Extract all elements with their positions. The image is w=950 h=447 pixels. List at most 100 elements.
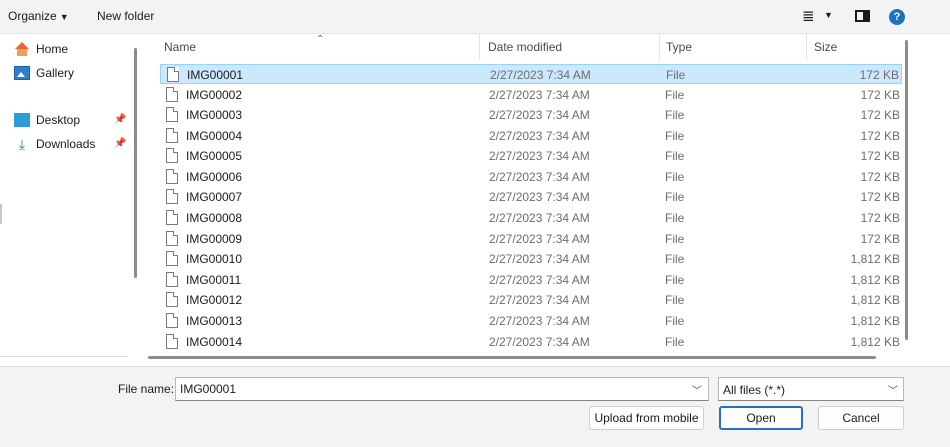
upload-from-mobile-button[interactable]: Upload from mobile [589,406,704,430]
file-icon [166,148,178,163]
new-folder-button[interactable]: New folder [97,9,154,23]
file-row[interactable]: IMG00004 2/27/2023 7:34 AM File 172 KB [160,126,902,146]
open-button[interactable]: Open [719,406,803,430]
gallery-icon [14,66,30,80]
file-type: File [665,211,685,225]
file-row[interactable]: IMG00002 2/27/2023 7:34 AM File 172 KB [160,85,902,105]
file-icon [167,67,179,82]
file-list: ⌃ Name Date modified Type Size IMG00001 … [148,34,916,354]
column-header-type[interactable]: Type [666,40,692,54]
file-size: 172 KB [859,68,899,82]
file-size: 172 KB [860,232,900,246]
file-row[interactable]: IMG00005 2/27/2023 7:34 AM File 172 KB [160,146,902,166]
column-divider[interactable] [659,34,660,60]
nav-item-label: Home [36,42,69,56]
file-name: IMG00001 [187,68,244,82]
file-name: IMG00013 [186,314,243,328]
file-name: IMG00012 [186,293,243,307]
file-row[interactable]: IMG00009 2/27/2023 7:34 AM File 172 KB [160,229,902,249]
file-type: File [665,273,685,287]
file-row[interactable]: IMG00006 2/27/2023 7:34 AM File 172 KB [160,167,902,187]
file-type: File [665,190,685,204]
file-row[interactable]: IMG00003 2/27/2023 7:34 AM File 172 KB [160,105,902,125]
file-icon [166,189,178,204]
navigation-pane: Home Gallery Desktop 📌 ⤓ Downloads 📌 [0,34,140,364]
file-type: File [665,335,685,349]
file-row[interactable]: IMG00007 2/27/2023 7:34 AM File 172 KB [160,187,902,207]
nav-item-home[interactable]: Home [14,39,68,59]
file-date: 2/27/2023 7:34 AM [489,88,590,102]
file-row[interactable]: IMG00008 2/27/2023 7:34 AM File 172 KB [160,208,902,228]
file-size: 1,812 KB [850,293,900,307]
file-type: File [665,149,685,163]
file-date: 2/27/2023 7:34 AM [489,108,590,122]
file-icon [166,251,178,266]
nav-edge-marker [0,204,2,224]
file-name-input[interactable]: IMG00001 [175,377,709,401]
file-name: IMG00011 [186,273,242,287]
vertical-scrollbar[interactable] [905,40,908,340]
file-name: IMG00007 [186,190,243,204]
file-size: 1,812 KB [850,335,900,349]
file-type: File [665,314,685,328]
file-name: IMG00010 [186,252,243,266]
file-row[interactable]: IMG00001 2/27/2023 7:34 AM File 172 KB [160,64,902,84]
file-row[interactable]: IMG00013 2/27/2023 7:34 AM File 1,812 KB [160,311,902,331]
file-row[interactable]: IMG00014 2/27/2023 7:34 AM File 1,812 KB [160,332,902,352]
column-header-row: ⌃ Name Date modified Type Size [148,34,916,60]
column-divider[interactable] [806,34,807,60]
file-icon [166,107,178,122]
file-date: 2/27/2023 7:34 AM [489,170,590,184]
file-size: 1,812 KB [850,314,900,328]
cancel-button[interactable]: Cancel [818,406,904,430]
file-name: IMG00014 [186,335,243,349]
pin-icon[interactable]: 📌 [114,138,126,149]
organize-button[interactable]: Organize ▼ [8,9,69,23]
help-icon[interactable]: ? [889,9,905,25]
file-date: 2/27/2023 7:34 AM [489,314,590,328]
horizontal-scrollbar[interactable] [148,356,876,359]
file-icon [166,334,178,349]
file-type: File [665,252,685,266]
file-size: 172 KB [860,129,900,143]
pin-icon[interactable]: 📌 [114,114,126,125]
column-header-size[interactable]: Size [814,40,837,54]
file-name: IMG00002 [186,88,243,102]
organize-label: Organize [8,9,57,23]
dialog-footer: File name: IMG00001 ﹀ All files (*.*) ﹀ … [0,366,950,447]
column-divider[interactable] [479,34,480,60]
file-size: 172 KB [860,88,900,102]
file-name-chevron-down-icon[interactable]: ﹀ [692,382,702,397]
file-size: 1,812 KB [850,252,900,266]
toolbar: Organize ▼ New folder ≣ ▼ ? [0,0,950,34]
file-icon [166,272,178,287]
file-name: IMG00009 [186,232,243,246]
view-chevron-down-icon[interactable]: ▼ [824,10,833,20]
column-header-date[interactable]: Date modified [488,40,562,54]
file-type-chevron-down-icon[interactable]: ﹀ [888,382,898,397]
nav-item-downloads[interactable]: ⤓ Downloads [14,134,95,154]
file-name: IMG00003 [186,108,243,122]
file-size: 172 KB [860,190,900,204]
file-icon [166,87,178,102]
file-type: File [665,232,685,246]
nav-scrollbar[interactable] [134,48,137,278]
file-row[interactable]: IMG00010 2/27/2023 7:34 AM File 1,812 KB [160,249,902,269]
file-size: 172 KB [860,170,900,184]
view-options-icon[interactable]: ≣ [802,7,815,25]
file-name: IMG00006 [186,170,243,184]
nav-item-label: Gallery [36,66,75,80]
nav-item-gallery[interactable]: Gallery [14,63,74,83]
file-type: File [665,129,685,143]
file-row[interactable]: IMG00011 2/27/2023 7:34 AM File 1,812 KB [160,270,902,290]
file-type: File [666,68,686,82]
file-row[interactable]: IMG00012 2/27/2023 7:34 AM File 1,812 KB [160,290,902,310]
file-date: 2/27/2023 7:34 AM [489,129,590,143]
file-size: 172 KB [860,149,900,163]
column-header-name[interactable]: Name [164,40,196,54]
file-type-select[interactable]: All files (*.*) [718,377,904,401]
preview-pane-icon[interactable] [855,10,870,22]
file-size: 172 KB [860,211,900,225]
file-name-label: File name: [118,382,175,396]
nav-item-desktop[interactable]: Desktop [14,110,80,130]
